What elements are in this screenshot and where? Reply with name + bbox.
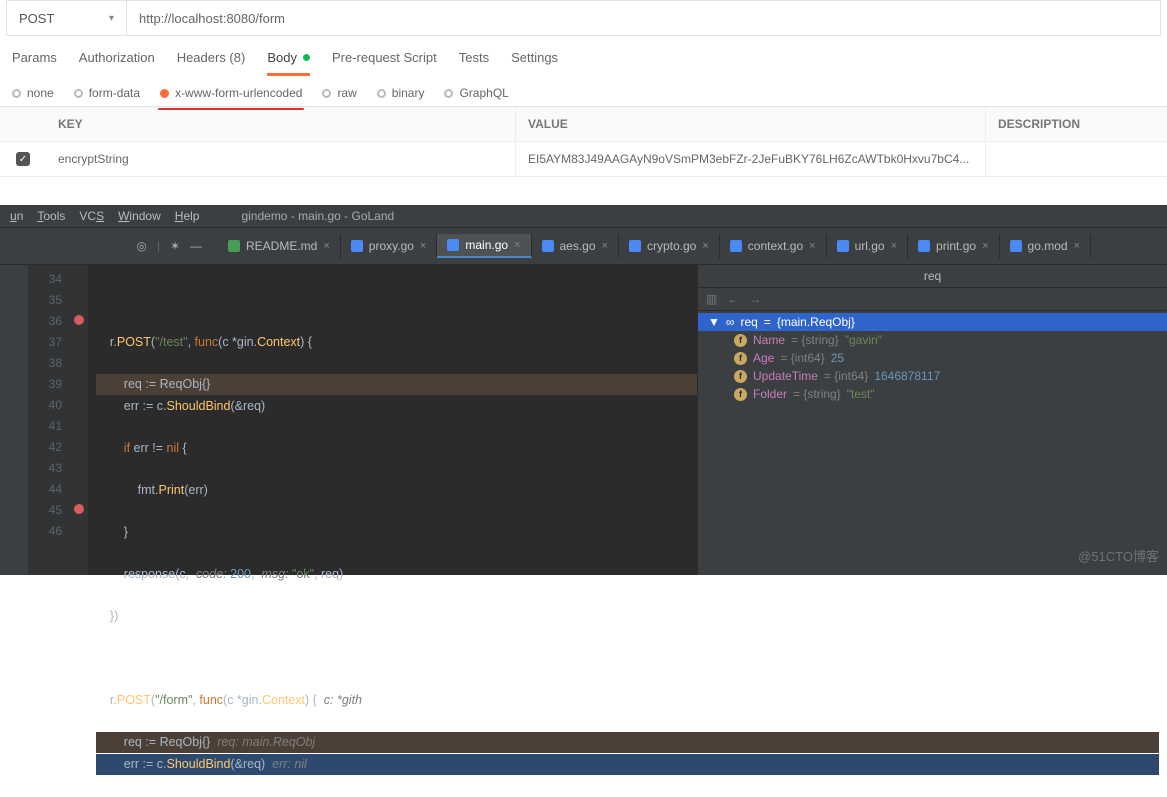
radio-icon [322, 89, 331, 98]
file-icon [228, 240, 240, 252]
radio-icon [12, 89, 21, 98]
bodytype-graphql[interactable]: GraphQL [444, 86, 508, 100]
filetab-url[interactable]: url.go× [827, 234, 908, 258]
radio-icon [74, 89, 83, 98]
row-key[interactable]: encryptString [46, 142, 516, 176]
collapse-icon[interactable]: — [190, 239, 202, 253]
menu-help[interactable]: Help [175, 209, 200, 223]
filetab-proxy[interactable]: proxy.go× [341, 234, 438, 258]
breakpoint-icon[interactable] [74, 504, 84, 514]
form-row[interactable]: ✓ encryptString EI5AYM83J49AAGAyN9oVSmPM… [0, 142, 1167, 177]
layout-icon[interactable]: ▥ [706, 292, 717, 306]
file-icon [351, 240, 363, 252]
variable-root[interactable]: ▼ ∞ req = {main.ReqObj} [698, 313, 1167, 331]
close-icon[interactable]: × [323, 240, 329, 252]
breakpoint-gutter[interactable] [70, 265, 88, 575]
header-value: VALUE [516, 107, 986, 141]
close-icon[interactable]: × [420, 240, 426, 252]
tab-headers[interactable]: Headers (8) [177, 50, 246, 76]
filetab-aes[interactable]: aes.go× [532, 234, 619, 258]
close-icon[interactable]: × [891, 240, 897, 252]
file-icon [542, 240, 554, 252]
tab-tests[interactable]: Tests [459, 50, 489, 76]
forward-icon[interactable]: → [749, 292, 761, 306]
line-numbers: 34353637383940414243444546 [28, 265, 70, 575]
bodytype-raw[interactable]: raw [322, 86, 356, 100]
bodytype-binary[interactable]: binary [377, 86, 425, 100]
window-title: gindemo - main.go - GoLand [241, 209, 394, 223]
variable-field[interactable]: f Folder = {string} "test" [698, 385, 1167, 403]
radio-icon [377, 89, 386, 98]
close-icon[interactable]: × [602, 240, 608, 252]
menu-tools[interactable]: Tools [37, 209, 65, 223]
filetab-main[interactable]: main.go× [437, 234, 531, 258]
tab-params[interactable]: Params [12, 50, 57, 76]
field-icon: f [734, 388, 747, 401]
back-icon[interactable]: ← [727, 292, 739, 306]
debugger-toolbar: ▥ ← → [698, 288, 1167, 311]
http-method-label: POST [19, 11, 54, 26]
file-tabs: README.md× proxy.go× main.go× aes.go× cr… [218, 234, 1159, 258]
debugger-variables-panel[interactable]: req ▥ ← → ▼ ∞ req = {main.ReqObj} f Na [697, 265, 1167, 575]
tab-prerequest[interactable]: Pre-request Script [332, 50, 437, 76]
radio-on-icon [160, 89, 169, 98]
field-icon: f [734, 370, 747, 383]
bodytype-urlencoded[interactable]: x-www-form-urlencoded [160, 86, 302, 100]
row-desc[interactable] [986, 142, 1167, 176]
filetab-gomod[interactable]: go.mod× [1000, 234, 1091, 258]
close-icon[interactable]: × [809, 240, 815, 252]
row-value[interactable]: EI5AYM83J49AAGAyN9oVSmPM3ebFZr-2JeFuBKY7… [516, 142, 986, 176]
http-method-select[interactable]: POST ▾ [7, 1, 127, 35]
body-modified-dot-icon [303, 54, 310, 61]
header-checkbox-col [0, 107, 46, 141]
gear-icon[interactable]: ✶ [170, 239, 180, 253]
close-icon[interactable]: × [982, 240, 988, 252]
debugger-title: req [698, 265, 1167, 288]
close-icon[interactable]: × [1074, 240, 1080, 252]
close-icon[interactable]: × [514, 239, 520, 251]
filetab-print[interactable]: print.go× [908, 234, 999, 258]
file-icon [918, 240, 930, 252]
file-icon [1010, 240, 1022, 252]
file-icon [837, 240, 849, 252]
field-icon: f [734, 334, 747, 347]
menu-window[interactable]: Window [118, 209, 161, 223]
menu-vcs[interactable]: VCS [79, 209, 104, 223]
ide-menubar: un Tools VCS Window Help gindemo - main.… [0, 205, 1167, 228]
bodytype-none[interactable]: none [12, 86, 54, 100]
file-icon [730, 240, 742, 252]
header-key: KEY [46, 107, 516, 141]
close-icon[interactable]: × [702, 240, 708, 252]
target-icon[interactable]: ◎ [136, 239, 146, 253]
collapse-arrow-icon[interactable]: ▼ [708, 315, 720, 329]
bodytype-formdata[interactable]: form-data [74, 86, 140, 100]
variable-field[interactable]: f UpdateTime = {int64} 1646878117 [698, 367, 1167, 385]
url-text: http://localhost:8080/form [139, 11, 285, 26]
menu-run[interactable]: un [10, 209, 23, 223]
header-desc: DESCRIPTION [986, 107, 1167, 141]
radio-icon [444, 89, 453, 98]
filetab-readme[interactable]: README.md× [218, 234, 341, 258]
breakpoint-icon[interactable] [74, 315, 84, 325]
tab-settings[interactable]: Settings [511, 50, 558, 76]
file-icon [447, 239, 459, 251]
code-editor[interactable]: 34353637383940414243444546 r.POST("/test… [28, 265, 1167, 575]
chevron-down-icon: ▾ [109, 13, 114, 24]
field-icon: f [734, 352, 747, 365]
filetab-crypto[interactable]: crypto.go× [619, 234, 720, 258]
url-input[interactable]: http://localhost:8080/form [127, 1, 1160, 35]
tab-authorization[interactable]: Authorization [79, 50, 155, 76]
watermark: @51CTO博客 [1078, 546, 1159, 565]
project-sidebar[interactable] [0, 265, 28, 575]
file-icon [629, 240, 641, 252]
tab-body[interactable]: Body [267, 50, 310, 76]
variable-field[interactable]: f Age = {int64} 25 [698, 349, 1167, 367]
row-checkbox[interactable]: ✓ [16, 152, 30, 166]
filetab-context[interactable]: context.go× [720, 234, 827, 258]
variable-field[interactable]: f Name = {string} "gavin" [698, 331, 1167, 349]
